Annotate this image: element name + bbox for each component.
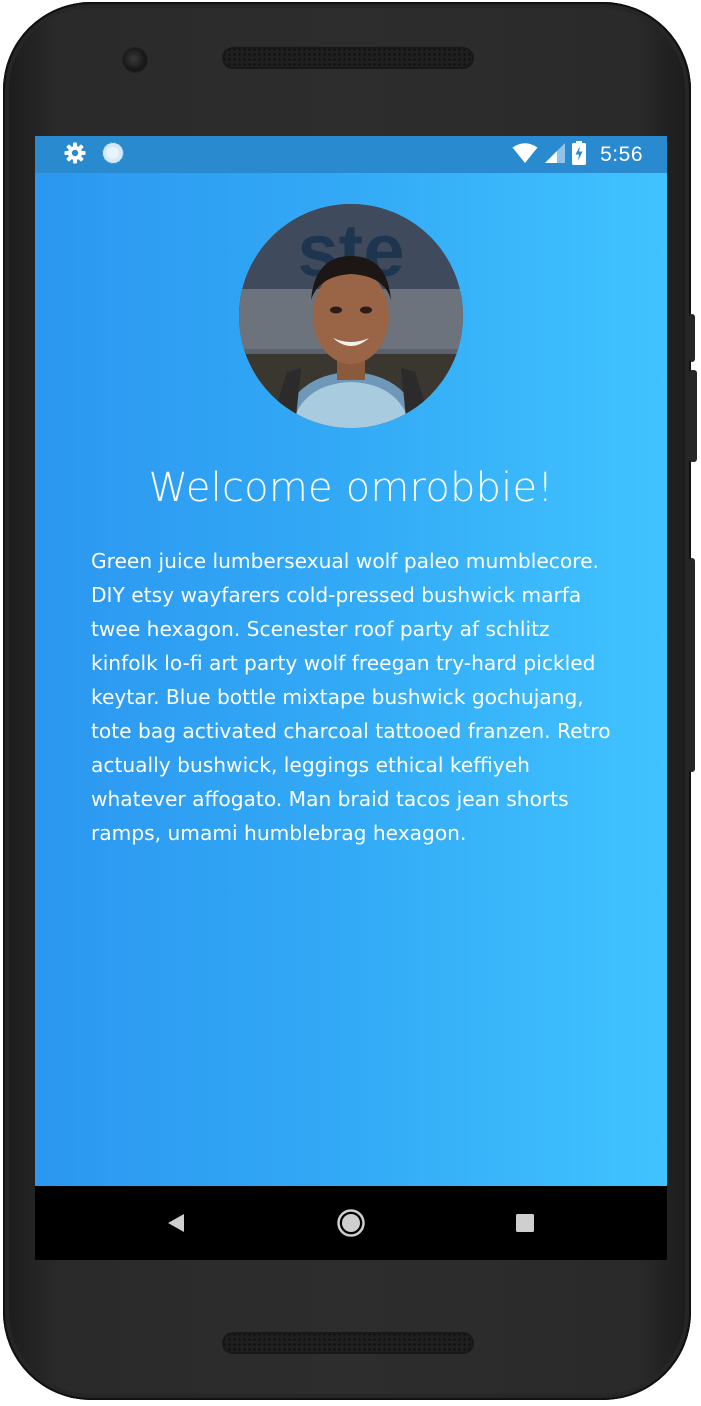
battery-charging-icon — [572, 141, 587, 169]
avatar: ste — [239, 204, 463, 428]
cell-signal-icon — [544, 142, 566, 168]
welcome-heading: Welcome omrobbie! — [148, 465, 554, 511]
status-time: 5:56 — [600, 143, 643, 166]
gear-icon — [63, 141, 87, 169]
status-bar: 5:56 — [35, 136, 667, 173]
side-button — [689, 558, 695, 772]
bottom-speaker — [222, 1332, 474, 1354]
volume-button — [689, 370, 697, 462]
home-icon[interactable] — [331, 1204, 371, 1242]
screen: 5:56 ste Welcome omrobbie! Green juice l… — [35, 136, 667, 1260]
top-speaker — [222, 47, 474, 69]
profile-description: Green juice lumbersexual wolf paleo mumb… — [91, 549, 611, 845]
device-frame: 5:56 ste Welcome omrobbie! Green juice l… — [3, 2, 697, 1400]
nav-bar — [35, 1186, 667, 1260]
power-button — [689, 314, 695, 362]
sync-icon — [101, 141, 125, 169]
wifi-icon — [512, 142, 538, 168]
back-icon[interactable] — [156, 1204, 196, 1242]
recents-icon[interactable] — [505, 1204, 545, 1242]
front-camera — [123, 48, 147, 72]
profile-screen: ste Welcome omrobbie! Green juice lumber… — [35, 173, 667, 1186]
